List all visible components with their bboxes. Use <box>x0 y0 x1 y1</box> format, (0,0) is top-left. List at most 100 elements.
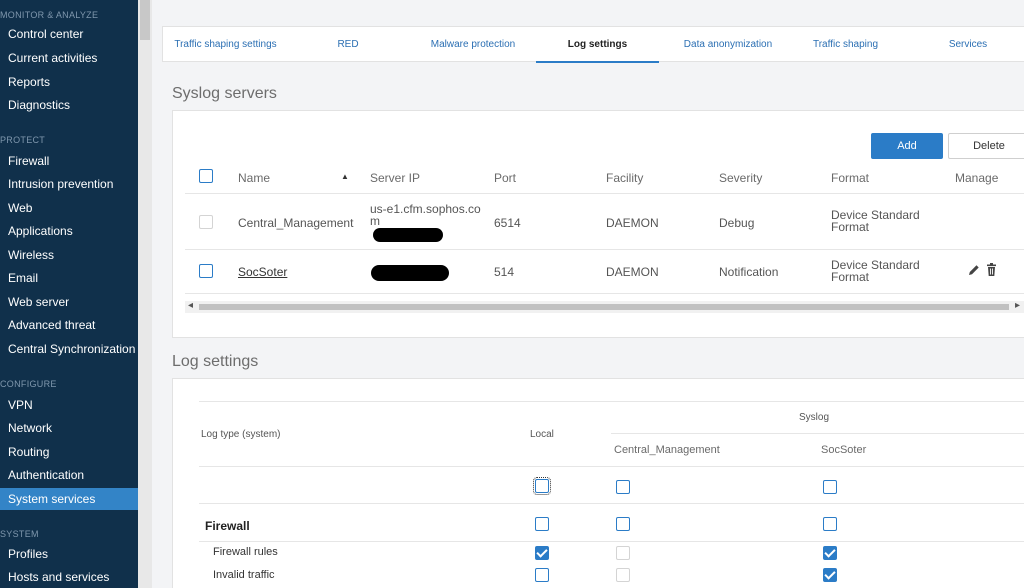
row-checkbox[interactable] <box>199 264 213 278</box>
horizontal-scrollbar-thumb[interactable] <box>199 304 1009 310</box>
row-name-link[interactable]: SocSoter <box>238 265 287 279</box>
row-port: 514 <box>494 265 515 279</box>
row-format: Device Standard Format <box>831 208 920 234</box>
tab-data-anonymization[interactable]: Data anonymization <box>663 27 793 63</box>
sidebar-item-wireless[interactable]: Wireless <box>0 244 138 266</box>
row-port: 6514 <box>494 216 521 230</box>
group-label-firewall: Firewall <box>205 519 250 533</box>
select-all-local-checkbox[interactable] <box>533 477 551 495</box>
scroll-left-icon[interactable]: ◂ <box>188 300 193 311</box>
sidebar-item-profiles[interactable]: Profiles <box>0 543 138 565</box>
firewall-local-checkbox[interactable] <box>535 517 549 531</box>
syslog-header-divider <box>611 433 1024 434</box>
sidebar-section-monitor: MONITOR & ANALYZE <box>0 10 99 20</box>
sidebar-item-web-server[interactable]: Web server <box>0 291 138 313</box>
sidebar-scrollbar-thumb[interactable] <box>140 0 150 40</box>
sidebar-item-central-synchronization[interactable]: Central Synchronization <box>0 338 138 360</box>
column-header-local: Local <box>530 429 554 440</box>
edit-icon[interactable] <box>967 263 981 277</box>
sidebar-section-configure: CONFIGURE <box>0 379 57 389</box>
table-top-divider <box>199 401 1024 402</box>
column-header-manage: Manage <box>955 171 999 185</box>
column-header-syslog: Syslog <box>799 412 830 423</box>
header-divider <box>199 466 1024 467</box>
sidebar-item-advanced-threat[interactable]: Advanced threat <box>0 314 138 336</box>
sidebar-item-vpn[interactable]: VPN <box>0 394 138 416</box>
tab-bar: Traffic shaping settings RED Malware pro… <box>162 26 1024 63</box>
sidebar-item-email[interactable]: Email <box>0 267 138 289</box>
sidebar-item-web[interactable]: Web <box>0 197 138 219</box>
sidebar-item-routing[interactable]: Routing <box>0 441 138 463</box>
row-facility: DAEMON <box>606 216 659 230</box>
invalid-traffic-central-management-checkbox <box>616 568 630 582</box>
tab-malware-protection[interactable]: Malware protection <box>403 27 543 63</box>
select-all-socsoter-checkbox[interactable] <box>823 480 837 494</box>
tab-log-settings[interactable]: Log settings <box>536 27 659 63</box>
row-severity: Notification <box>719 265 779 279</box>
column-header-socsoter: SocSoter <box>821 444 867 456</box>
column-header-central-management: Central_Management <box>614 444 720 456</box>
scroll-right-icon[interactable]: ▸ <box>1015 300 1020 311</box>
trash-icon[interactable] <box>985 263 998 277</box>
log-type-label: Invalid traffic <box>213 569 275 581</box>
invalid-traffic-local-checkbox[interactable] <box>535 568 549 582</box>
row-format: Device Standard Format <box>831 258 920 284</box>
column-header-name[interactable]: Name <box>238 171 270 185</box>
sidebar-scrollbar[interactable] <box>138 0 152 588</box>
syslog-servers-title: Syslog servers <box>172 85 277 102</box>
firewall-socsoter-checkbox[interactable] <box>823 517 837 531</box>
row-name: Central_Management <box>238 216 354 230</box>
sidebar-item-network[interactable]: Network <box>0 417 138 439</box>
tab-traffic-shaping[interactable]: Traffic shaping <box>793 27 898 63</box>
sidebar-section-system: SYSTEM <box>0 529 39 539</box>
row-divider <box>185 249 1024 250</box>
column-header-facility: Facility <box>606 171 644 185</box>
row-server-ip: us-e1.cfm.sophos.com <box>370 202 481 228</box>
delete-button[interactable]: Delete <box>948 133 1024 159</box>
column-header-port: Port <box>494 171 517 185</box>
row-facility: DAEMON <box>606 265 659 279</box>
sidebar-item-firewall[interactable]: Firewall <box>0 150 138 172</box>
sidebar-item-system-services[interactable]: System services <box>0 488 138 510</box>
row-severity: Debug <box>719 216 755 230</box>
log-type-label: Firewall rules <box>213 546 278 558</box>
select-all-checkbox[interactable] <box>199 169 213 183</box>
column-header-format: Format <box>831 171 870 185</box>
row-divider <box>199 503 1024 504</box>
add-button[interactable]: Add <box>871 133 943 159</box>
sidebar: MONITOR & ANALYZE Control center Current… <box>0 0 138 588</box>
sidebar-section-protect: PROTECT <box>0 135 46 145</box>
sidebar-item-hosts-and-services[interactable]: Hosts and services <box>0 566 138 588</box>
horizontal-scrollbar[interactable]: ◂ ▸ <box>185 300 1024 313</box>
main-panel: Traffic shaping settings RED Malware pro… <box>152 0 1024 588</box>
sidebar-item-diagnostics[interactable]: Diagnostics <box>0 94 138 116</box>
row-checkbox <box>199 215 213 229</box>
redaction-mark <box>371 265 449 281</box>
firewall-rules-central-management-checkbox <box>616 546 630 560</box>
firewall-rules-socsoter-checkbox[interactable] <box>823 546 837 560</box>
log-settings-card: Log type (system) Local Syslog Central_M… <box>172 378 1024 588</box>
row-divider <box>199 541 1024 542</box>
sidebar-item-current-activities[interactable]: Current activities <box>0 47 138 69</box>
sidebar-item-authentication[interactable]: Authentication <box>0 464 138 486</box>
row-divider <box>185 293 1024 294</box>
firewall-central-management-checkbox[interactable] <box>616 517 630 531</box>
tab-red[interactable]: RED <box>318 27 378 63</box>
invalid-traffic-socsoter-checkbox[interactable] <box>823 568 837 582</box>
firewall-rules-local-checkbox[interactable] <box>535 546 549 560</box>
tab-services[interactable]: Services <box>923 27 1013 63</box>
sort-ascending-icon[interactable]: ▲ <box>341 172 349 181</box>
column-header-server-ip: Server IP <box>370 171 421 185</box>
select-all-central-management-checkbox[interactable] <box>616 480 630 494</box>
sidebar-item-intrusion-prevention[interactable]: Intrusion prevention <box>0 173 138 195</box>
redaction-mark <box>373 228 443 242</box>
sidebar-item-control-center[interactable]: Control center <box>0 23 138 45</box>
sidebar-item-applications[interactable]: Applications <box>0 220 138 242</box>
column-header-log-type: Log type (system) <box>201 429 281 440</box>
log-settings-title: Log settings <box>172 353 259 370</box>
header-divider <box>185 193 1024 194</box>
column-header-severity: Severity <box>719 171 763 185</box>
tab-traffic-shaping-settings[interactable]: Traffic shaping settings <box>163 27 288 63</box>
sidebar-item-reports[interactable]: Reports <box>0 71 138 93</box>
syslog-servers-card: Add Delete Name ▲ Server IP Port Facilit… <box>172 110 1024 338</box>
